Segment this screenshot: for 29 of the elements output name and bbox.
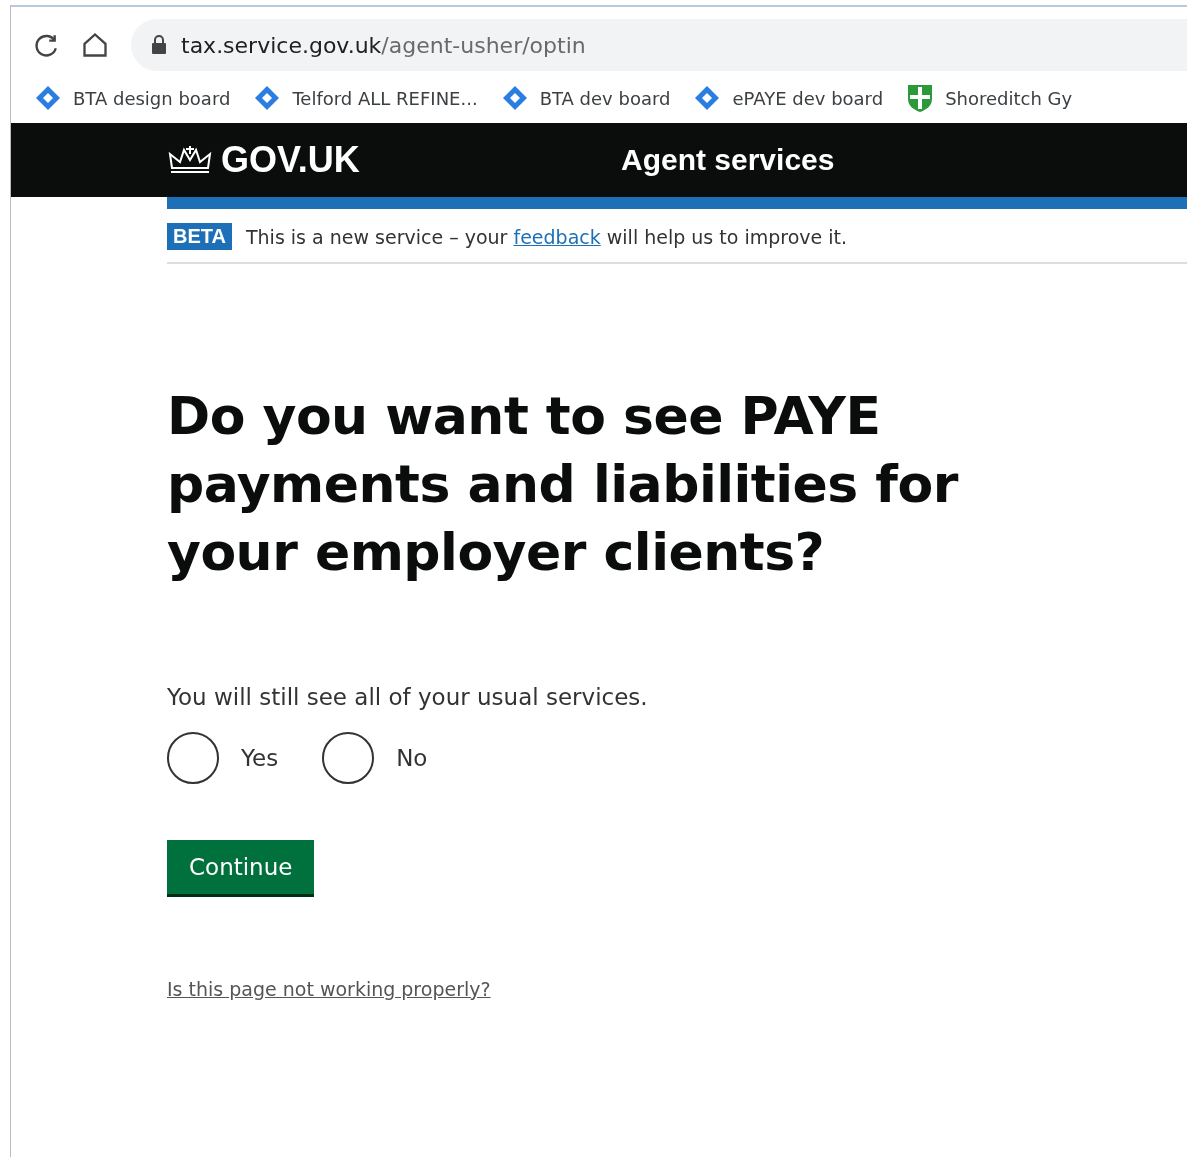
diamond-icon xyxy=(694,85,721,111)
help-link[interactable]: Is this page not working properly? xyxy=(167,978,491,1000)
bookmark[interactable]: BTA design board xyxy=(35,85,231,111)
bookmark[interactable]: Shoreditch Gy xyxy=(907,83,1073,113)
url-text: tax.service.gov.uk/agent-usher/optin xyxy=(181,32,586,58)
diamond-icon xyxy=(35,85,61,111)
phase-tag: BETA xyxy=(167,223,232,250)
bookmark[interactable]: ePAYE dev board xyxy=(694,85,884,111)
feedback-link[interactable]: feedback xyxy=(513,225,601,248)
page-heading: Do you want to see PAYE payments and liabilities for your employer clients? xyxy=(167,385,960,584)
bookmark[interactable]: Telford ALL REFINE... xyxy=(254,85,478,111)
diamond-icon xyxy=(501,85,528,111)
beta-message: This is a new service – your feedback will help us to improve it. xyxy=(245,225,847,248)
radio-circle[interactable] xyxy=(167,732,219,784)
crown-icon xyxy=(167,144,213,176)
lock-icon xyxy=(151,35,167,55)
shield-icon xyxy=(907,83,934,113)
reload-icon[interactable] xyxy=(33,32,59,58)
bookmark[interactable]: BTA dev board xyxy=(501,85,671,111)
service-name[interactable]: Agent services xyxy=(621,143,835,177)
address-bar[interactable]: tax.service.gov.uk/agent-usher/optin xyxy=(131,19,1187,71)
govuk-logo[interactable]: GOV.UK xyxy=(167,139,621,181)
diamond-icon xyxy=(254,85,281,111)
radio-option[interactable]: No xyxy=(322,732,428,784)
radio-option[interactable]: Yes xyxy=(167,732,279,784)
radio-circle[interactable] xyxy=(322,732,375,784)
continue-button[interactable]: Continue xyxy=(167,840,315,894)
home-icon[interactable] xyxy=(81,31,109,59)
hint-text: You will still see all of your usual services. xyxy=(167,684,648,710)
